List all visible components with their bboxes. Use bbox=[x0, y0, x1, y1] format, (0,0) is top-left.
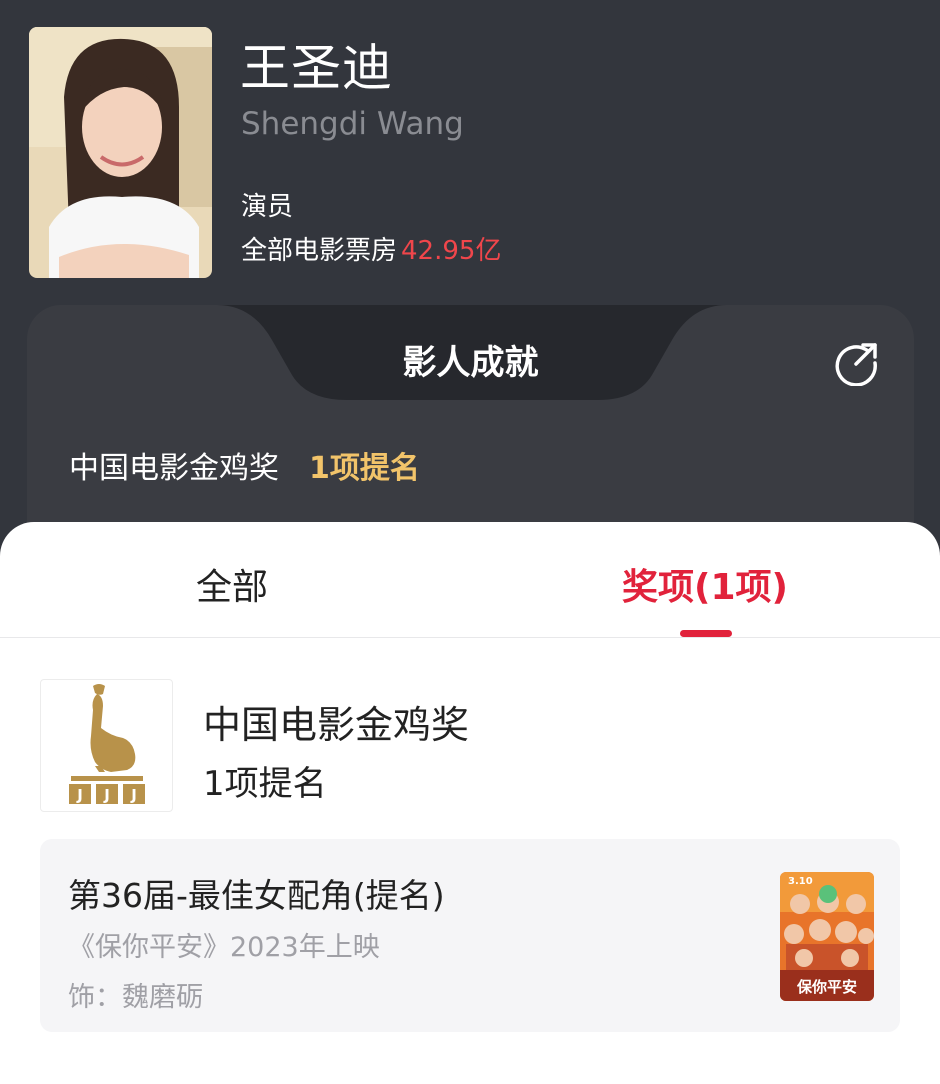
logo-letter: J bbox=[76, 786, 83, 804]
tab-awards[interactable]: 奖项(1项) bbox=[622, 558, 788, 610]
nomination-card[interactable]: 第36届-最佳女配角(提名) 《保你平安》2023年上映 饰：魏磨砺 3.10 bbox=[40, 839, 900, 1032]
movie-poster[interactable]: 3.10 保你平安 bbox=[780, 872, 874, 1001]
achievements-title: 影人成就 bbox=[402, 343, 539, 383]
nomination-title: 第36届-最佳女配角(提名) bbox=[68, 876, 445, 915]
avatar[interactable] bbox=[29, 27, 212, 278]
boxoffice-line: 全部电影票房 42.95亿 bbox=[241, 230, 501, 267]
award-nomination-count: 1项提名 bbox=[203, 764, 327, 804]
achievement-count: 1项提名 bbox=[309, 451, 420, 486]
active-tab-indicator bbox=[680, 630, 732, 637]
achievement-award: 中国电影金鸡奖 bbox=[69, 451, 279, 486]
actor-name-english: Shengdi Wang bbox=[241, 106, 464, 142]
nomination-film: 《保你平安》2023年上映 bbox=[68, 932, 380, 963]
tab-all[interactable]: 全部 bbox=[196, 558, 268, 610]
actor-role: 演员 bbox=[241, 192, 294, 222]
actor-name: 王圣迪 bbox=[240, 39, 393, 97]
svg-text:J: J bbox=[130, 786, 137, 804]
boxoffice-value: 42.95亿 bbox=[401, 236, 502, 266]
share-icon[interactable] bbox=[834, 340, 880, 387]
awards-sheet: 全部 奖项(1项) J J J 中国电影金鸡奖 1项提名 第36届-最佳女配角(… bbox=[0, 522, 940, 1084]
golden-rooster-logo: J J J bbox=[40, 679, 173, 812]
svg-text:J: J bbox=[103, 786, 110, 804]
nomination-role: 饰：魏磨砺 bbox=[68, 982, 203, 1013]
tab-bar: 全部 奖项(1项) bbox=[0, 522, 940, 638]
achievement-item[interactable]: 中国电影金鸡奖 1项提名 bbox=[69, 443, 420, 487]
poster-date: 3.10 bbox=[788, 876, 813, 887]
boxoffice-label: 全部电影票房 bbox=[241, 236, 398, 266]
award-name: 中国电影金鸡奖 bbox=[203, 703, 470, 747]
poster-title: 保你平安 bbox=[796, 978, 857, 996]
